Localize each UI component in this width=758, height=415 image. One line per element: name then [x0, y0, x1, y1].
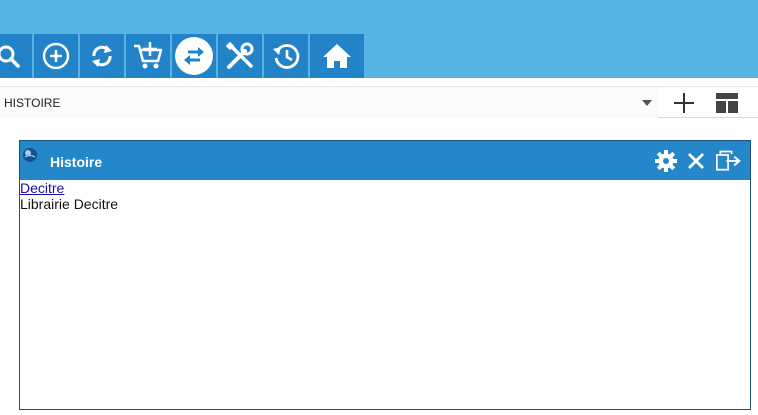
swap-button[interactable] [172, 34, 216, 78]
widget-panel: Histoire Decitre Librairie Decitre [19, 140, 751, 410]
refresh-icon [92, 45, 112, 67]
widget-title: Histoire [50, 154, 103, 170]
active-indicator [175, 37, 213, 75]
layout-button[interactable] [710, 87, 744, 118]
widget-header: Histoire [20, 141, 750, 180]
layout-icon [716, 92, 738, 113]
plus-icon [674, 92, 694, 113]
swap-icon [184, 47, 204, 65]
refresh-button[interactable] [80, 34, 124, 78]
add-page-button[interactable] [667, 87, 701, 118]
home-button[interactable] [310, 34, 364, 78]
cart-add-button[interactable] [126, 34, 170, 78]
history-icon [273, 44, 300, 69]
page-select-value: HISTOIRE [4, 96, 61, 110]
widget-settings-button[interactable] [653, 148, 679, 174]
page-selector-row: HISTOIRE [0, 86, 758, 118]
popout-icon [716, 150, 741, 171]
search-icon [0, 45, 20, 68]
tools-icon [225, 41, 254, 69]
tools-button[interactable] [218, 34, 262, 78]
globe-icon [23, 148, 37, 162]
widget-body: Decitre Librairie Decitre [20, 180, 118, 212]
main-toolbar [0, 34, 366, 78]
search-button[interactable] [0, 34, 32, 78]
widget-close-button[interactable] [683, 148, 709, 174]
link-description: Librairie Decitre [20, 196, 119, 212]
add-button[interactable] [34, 34, 78, 78]
close-icon [688, 153, 704, 169]
cart-add-icon [134, 42, 163, 69]
page-select[interactable]: HISTOIRE [0, 87, 658, 118]
chevron-down-icon [642, 100, 652, 106]
add-circle-icon [42, 42, 70, 70]
widget-popout-button[interactable] [716, 148, 742, 174]
history-button[interactable] [264, 34, 308, 78]
home-icon [323, 44, 351, 68]
decitre-link[interactable]: Decitre [20, 180, 118, 196]
gear-icon [655, 150, 677, 172]
